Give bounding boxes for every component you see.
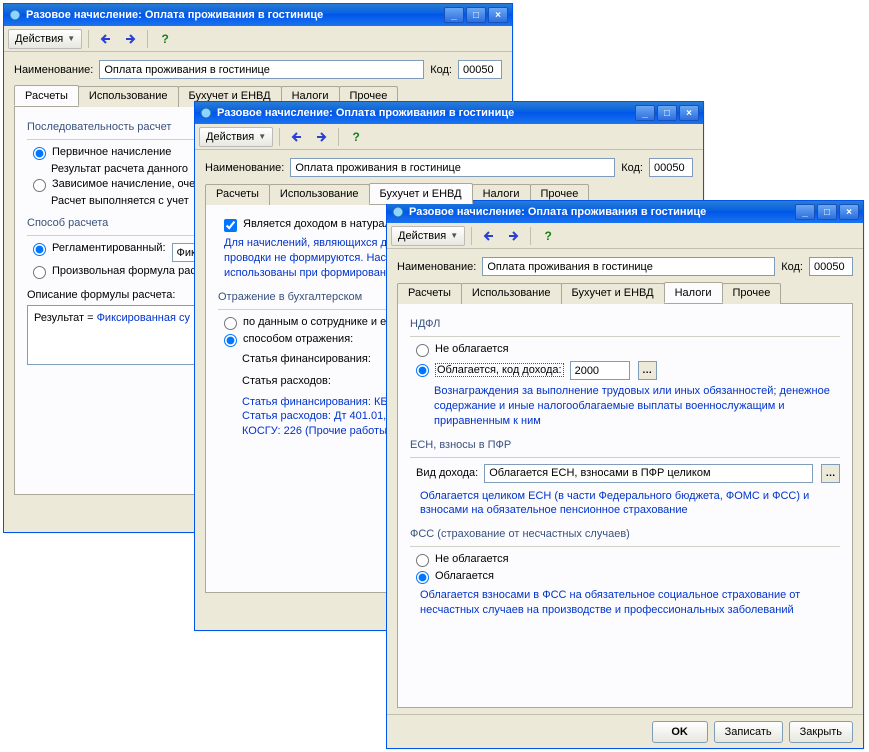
close-button[interactable]: × [488,7,508,23]
titlebar: Разовое начисление: Оплата проживания в … [387,201,863,223]
tab-calc[interactable]: Расчеты [14,85,79,106]
toolbar: Действия▼ ? [4,26,512,52]
name-label: Наименование: [14,64,93,76]
ndfl-hint: Вознаграждения за выполнение трудовых ил… [434,384,840,429]
maximize-button[interactable]: □ [817,204,837,220]
tab-usage[interactable]: Использование [269,184,370,205]
tab-acc[interactable]: Бухучет и ЕНВД [369,183,473,204]
toolbar: Действия▼ ? [387,223,863,249]
seq-primary-radio[interactable] [33,147,46,160]
close-button[interactable]: × [679,105,699,121]
method-reg-radio[interactable] [33,243,46,256]
method-formula-radio[interactable] [33,266,46,279]
name-field[interactable] [99,60,424,79]
minimize-button[interactable]: _ [635,105,655,121]
nav-next-icon[interactable] [119,29,141,49]
tab-calc[interactable]: Расчеты [205,184,270,205]
fin-article-label: Статья финансирования: [242,353,382,365]
window-title: Разовое начисление: Оплата проживания в … [409,206,795,218]
fss-not-taxed-label: Не облагается [435,553,509,565]
reflect-employee-radio[interactable] [224,317,237,330]
seq-dependent-radio[interactable] [33,179,46,192]
ndfl-code-picker[interactable]: … [638,361,657,380]
ok-button[interactable]: OK [652,721,708,743]
maximize-button[interactable]: □ [657,105,677,121]
esn-title: ЕСН, взносы в ПФР [410,439,840,451]
tab-bar: Расчеты Использование Бухучет и ЕНВД Нал… [397,282,853,304]
ndfl-title: НДФЛ [410,318,840,330]
window-title: Разовое начисление: Оплата проживания в … [26,9,444,21]
code-field[interactable] [458,60,502,79]
nav-next-icon[interactable] [310,127,332,147]
nav-prev-icon[interactable] [286,127,308,147]
reflect-method-radio[interactable] [224,334,237,347]
name-field[interactable] [290,158,615,177]
toolbar: Действия▼ ? [195,124,703,150]
esn-hint: Облагается целиком ЕСН (в части Федераль… [420,489,840,519]
reflect-employee-label: по данным о сотруднике и ег [243,316,390,328]
seq-primary-label: Первичное начисление [52,146,171,158]
tab-other[interactable]: Прочее [722,283,782,304]
titlebar: Разовое начисление: Оплата проживания в … [4,4,512,26]
income-type-picker[interactable]: … [821,464,840,483]
ndfl-not-taxed-radio[interactable] [416,344,429,357]
footer: OK Записать Закрыть [387,714,863,748]
app-icon [391,205,405,219]
tab-usage[interactable]: Использование [461,283,562,304]
code-field[interactable] [649,158,693,177]
seq-dependent-label: Зависимое начисление, оче [52,178,195,190]
fss-taxed-radio[interactable] [416,571,429,584]
nav-next-icon[interactable] [502,226,524,246]
titlebar: Разовое начисление: Оплата проживания в … [195,102,703,124]
app-icon [8,8,22,22]
actions-menu[interactable]: Действия▼ [199,127,273,147]
maximize-button[interactable]: □ [466,7,486,23]
minimize-button[interactable]: _ [444,7,464,23]
formula-link[interactable]: Фиксированная су [97,312,190,324]
income-type-label: Вид дохода: [416,467,478,479]
name-field[interactable] [482,257,775,276]
fss-hint: Облагается взносами в ФСС на обязательно… [420,588,840,618]
actions-menu[interactable]: Действия▼ [8,29,82,49]
close-button-footer[interactable]: Закрыть [789,721,853,743]
save-button[interactable]: Записать [714,721,783,743]
ndfl-taxed-radio[interactable] [416,364,429,377]
exp-article-label: Статья расходов: [242,375,382,387]
tab-usage[interactable]: Использование [78,86,179,107]
window-title: Разовое начисление: Оплата проживания в … [217,107,635,119]
natural-income-check[interactable] [224,219,237,232]
income-type-field[interactable] [484,464,813,483]
ndfl-not-taxed-label: Не облагается [435,343,509,355]
code-label: Код: [430,64,452,76]
code-label: Код: [781,261,803,273]
name-label: Наименование: [397,261,476,273]
close-button[interactable]: × [839,204,859,220]
code-label: Код: [621,162,643,174]
ndfl-taxed-label: Облагается, код дохода: [435,363,564,377]
app-icon [199,106,213,120]
ndfl-code-field[interactable] [570,361,630,380]
tab-calc[interactable]: Расчеты [397,283,462,304]
nav-prev-icon[interactable] [478,226,500,246]
fss-taxed-label: Облагается [435,570,494,582]
help-icon[interactable]: ? [154,29,176,49]
formula-result: Результат = [34,312,97,324]
actions-menu[interactable]: Действия▼ [391,226,465,246]
method-reg-label: Регламентированный: [52,242,166,254]
minimize-button[interactable]: _ [795,204,815,220]
reflect-method-label: способом отражения: [243,333,353,345]
tab-acc[interactable]: Бухучет и ЕНВД [561,283,665,304]
fss-title: ФСС (страхование от несчастных случаев) [410,528,840,540]
name-label: Наименование: [205,162,284,174]
help-icon[interactable]: ? [537,226,559,246]
fss-not-taxed-radio[interactable] [416,554,429,567]
natural-income-label: Является доходом в натуральн [243,218,403,230]
tab-tax[interactable]: Налоги [664,282,723,303]
nav-prev-icon[interactable] [95,29,117,49]
method-formula-label: Произвольная формула рас [52,265,196,277]
code-field[interactable] [809,257,853,276]
help-icon[interactable]: ? [345,127,367,147]
